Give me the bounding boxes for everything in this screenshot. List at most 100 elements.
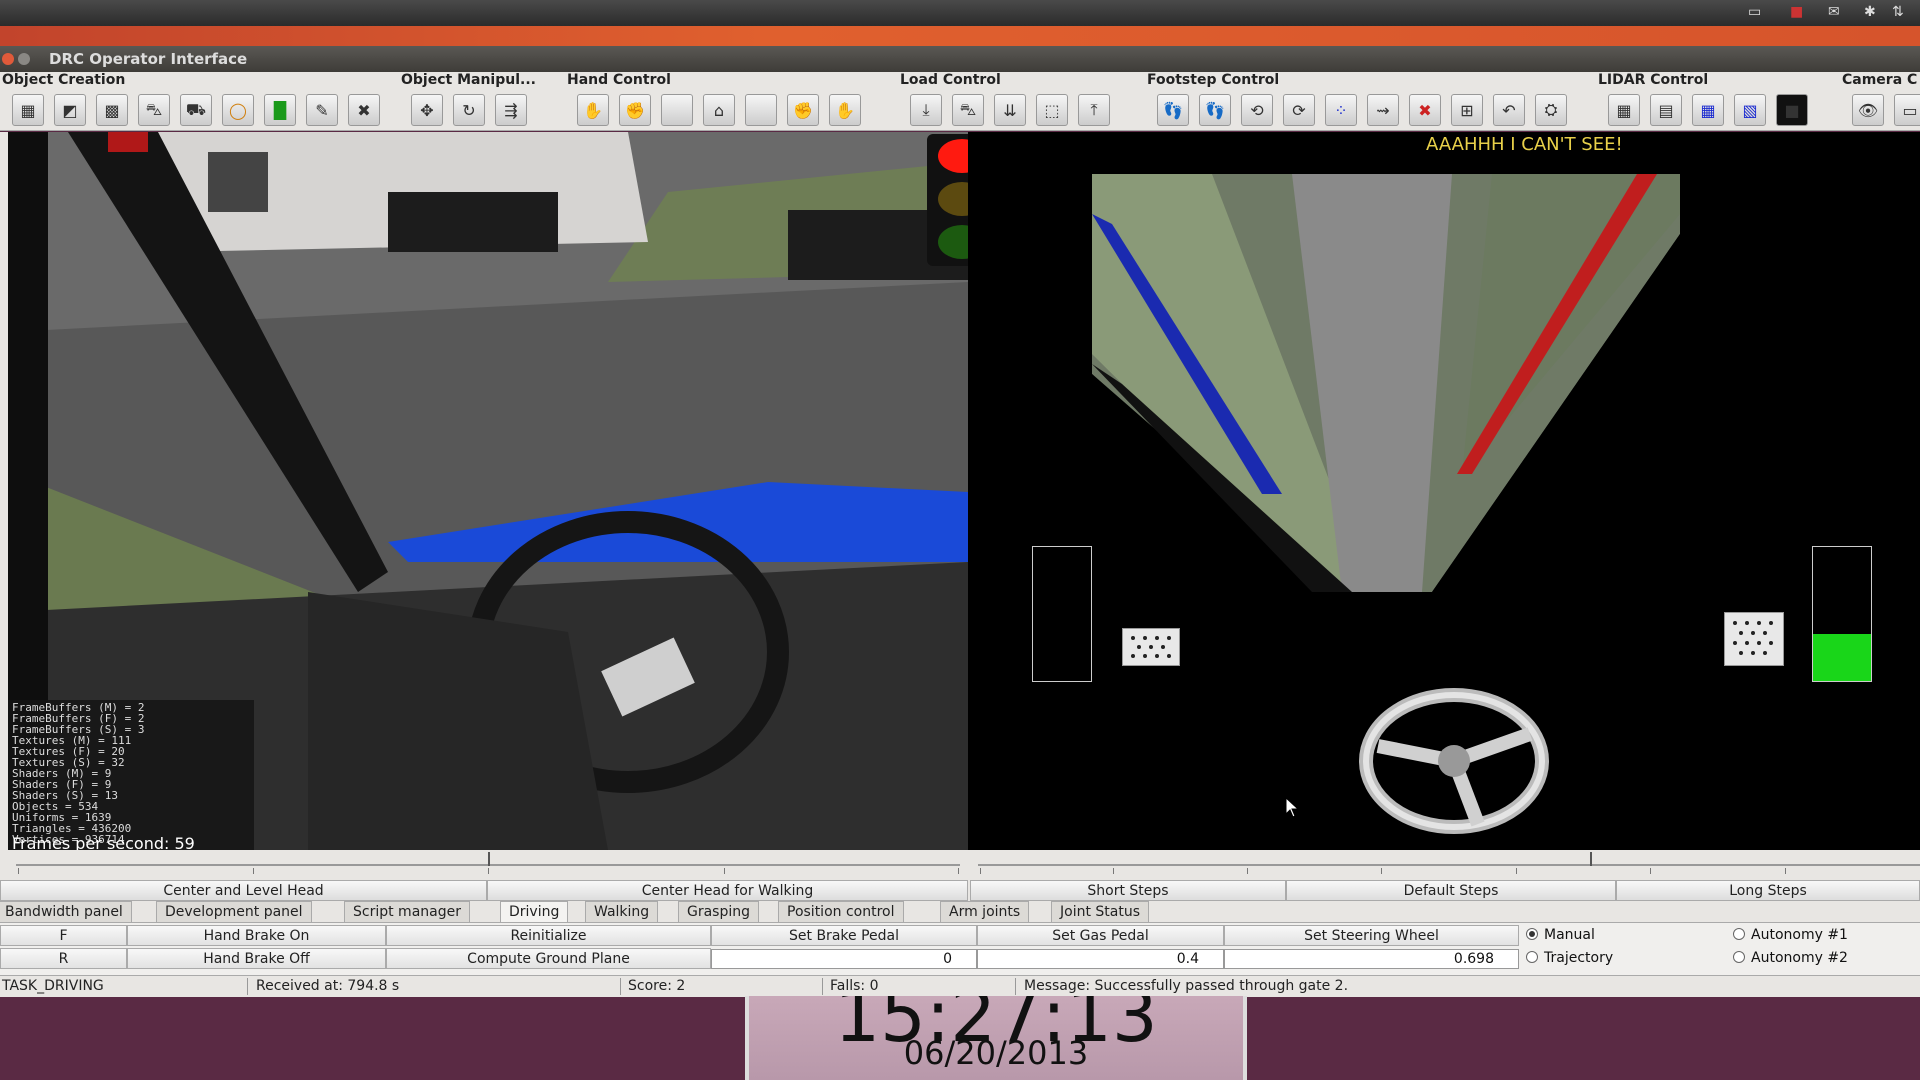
minimize-icon[interactable] [18, 53, 30, 65]
load-both-icon[interactable]: ⇊ [994, 94, 1026, 126]
footstep-clear-icon[interactable]: ✖ [1409, 94, 1441, 126]
tab-bandwidth-panel[interactable]: Bandwidth panel [0, 901, 132, 922]
set-gas-pedal-button[interactable]: Set Gas Pedal [977, 925, 1224, 946]
delete-object-icon[interactable]: ✖ [348, 94, 380, 126]
steering-wheel-spinner[interactable]: 0.698 [1224, 949, 1519, 969]
footstep-turn-icon[interactable]: ⟳ [1283, 94, 1315, 126]
tab-grasping[interactable]: Grasping [678, 901, 760, 922]
slider-tick [1113, 868, 1114, 874]
brake-pedal-icon [1122, 628, 1180, 666]
slider-tick [958, 868, 959, 874]
create-ring-icon[interactable]: ◯ [222, 94, 254, 126]
radio-icon [1526, 951, 1538, 963]
left-edge-panel [0, 132, 8, 850]
footstep-path-icon[interactable]: ⇝ [1367, 94, 1399, 126]
steps-slider-track[interactable] [978, 864, 1920, 866]
hand-close-icon[interactable]: ✊ [619, 94, 651, 126]
mode-manual-radio[interactable]: Manual [1526, 927, 1595, 943]
load-vehicle-icon[interactable]: ⛍ [952, 94, 984, 126]
radio-label: Trajectory [1544, 950, 1614, 966]
driving-panel: F R Hand Brake On Hand Brake Off Reiniti… [0, 923, 1920, 975]
mail-icon[interactable]: ✉ [1828, 4, 1840, 20]
battery-icon[interactable]: ■ [1790, 4, 1803, 20]
create-cube-icon[interactable]: ◩ [54, 94, 86, 126]
reinitialize-button[interactable]: Reinitialize [386, 925, 711, 946]
camera-view-icon[interactable]: ▭ [1894, 94, 1920, 126]
set-brake-pedal-button[interactable]: Set Brake Pedal [711, 925, 977, 946]
move-object-icon[interactable]: ✥ [411, 94, 443, 126]
rotate-object-icon[interactable]: ↻ [453, 94, 485, 126]
hand-place-right-icon[interactable]: ✋ [829, 94, 861, 126]
default-steps-button[interactable]: Default Steps [1286, 880, 1616, 901]
footstep-points-icon[interactable]: ⁘ [1325, 94, 1357, 126]
tab-driving[interactable]: Driving [500, 901, 569, 922]
lidar-disable-icon[interactable]: ▤ [1650, 94, 1682, 126]
steps-slider-thumb[interactable] [1590, 852, 1593, 866]
clock-date: 06/20/2013 [903, 1034, 1089, 1072]
radio-icon [1733, 928, 1745, 940]
lidar-enable-color-icon[interactable]: ▦ [1692, 94, 1724, 126]
gas-pedal-spinner[interactable]: 0.4 [977, 949, 1224, 969]
driving-camera-view[interactable]: AAAHHH I CAN'T SEE! [968, 132, 1920, 850]
update-vehicle-icon[interactable]: ⛟ [180, 94, 212, 126]
center-level-head-button[interactable]: Center and Level Head [0, 880, 487, 901]
tab-script-manager[interactable]: Script manager [344, 901, 470, 922]
short-steps-button[interactable]: Short Steps [970, 880, 1286, 901]
lidar-enable-icon[interactable]: ▦ [1608, 94, 1640, 126]
mode-autonomy2-radio[interactable]: Autonomy #2 [1733, 950, 1848, 966]
toolbar-group-label: LIDAR Control [1598, 72, 1709, 88]
robot-3d-view[interactable]: FrameBuffers (M) = 2 FrameBuffers (F) = … [8, 132, 968, 850]
create-grid-icon[interactable]: ▩ [96, 94, 128, 126]
camera-eye-icon[interactable]: 👁 [1852, 94, 1884, 126]
keyboard-icon[interactable]: ▭ [1748, 4, 1761, 20]
toolbar-group-load-control: Load Control ⤓ ⛍ ⇊ ⬚ ⤒ [900, 72, 1130, 130]
hand-close-right-icon[interactable]: ✊ [787, 94, 819, 126]
load-hand-icon[interactable]: ⤓ [910, 94, 942, 126]
tab-walking[interactable]: Walking [585, 901, 659, 922]
create-vehicle-icon[interactable]: ⛍ [138, 94, 170, 126]
tab-joint-status[interactable]: Joint Status [1051, 901, 1150, 922]
bluetooth-icon[interactable]: ✱ [1864, 4, 1876, 20]
create-block-icon[interactable]: █ [264, 94, 296, 126]
footstep-walk-icon[interactable]: ⟲ [1241, 94, 1273, 126]
toolbar-group-object-manipulation: Object Manipul... ✥ ↻ ⇶ [401, 72, 556, 130]
hand-blank-icon[interactable] [661, 94, 693, 126]
status-divider [247, 978, 248, 995]
gear-reverse-button[interactable]: R [0, 948, 127, 969]
hand-place-icon[interactable]: ✋ [577, 94, 609, 126]
footstep-right-icon[interactable]: 👣 [1199, 94, 1231, 126]
hand-brake-off-button[interactable]: Hand Brake Off [127, 948, 386, 969]
tab-position-control[interactable]: Position control [778, 901, 904, 922]
lidar-clear-icon[interactable]: ▧ [1734, 94, 1766, 126]
lidar-black-icon[interactable]: ■ [1776, 94, 1808, 126]
mode-autonomy1-radio[interactable]: Autonomy #1 [1733, 927, 1848, 943]
load-object-icon[interactable]: ⬚ [1036, 94, 1068, 126]
slider-tick [1516, 868, 1517, 874]
mode-trajectory-radio[interactable]: Trajectory [1526, 950, 1613, 966]
center-head-walking-button[interactable]: Center Head for Walking [487, 880, 968, 901]
compute-ground-plane-button[interactable]: Compute Ground Plane [386, 948, 711, 969]
hand-home-icon[interactable]: ⌂ [703, 94, 735, 126]
hand-blank-2-icon[interactable] [745, 94, 777, 126]
head-slider-thumb[interactable] [488, 852, 490, 866]
status-divider [620, 978, 621, 995]
brake-pedal-spinner[interactable]: 0 [711, 949, 977, 969]
create-tool-icon[interactable]: ✎ [306, 94, 338, 126]
close-icon[interactable] [2, 53, 14, 65]
network-icon[interactable]: ⇅ [1892, 4, 1904, 20]
hand-brake-on-button[interactable]: Hand Brake On [127, 925, 386, 946]
tab-arm-joints[interactable]: Arm joints [940, 901, 1030, 922]
footstep-left-icon[interactable]: 👣 [1157, 94, 1189, 126]
footstep-undo-icon[interactable]: ↶ [1493, 94, 1525, 126]
gear-forward-button[interactable]: F [0, 925, 127, 946]
long-steps-button[interactable]: Long Steps [1616, 880, 1920, 901]
align-object-icon[interactable]: ⇶ [495, 94, 527, 126]
toolbar-group-label: Load Control [900, 72, 1001, 88]
footstep-send-icon[interactable]: ⛭ [1535, 94, 1567, 126]
create-box-icon[interactable]: ▦ [12, 94, 44, 126]
set-steering-wheel-button[interactable]: Set Steering Wheel [1224, 925, 1519, 946]
unload-icon[interactable]: ⤒ [1078, 94, 1110, 126]
system-top-bar: ▭ ■ ✉ ✱ ⇅ [0, 0, 1920, 26]
footstep-snap-icon[interactable]: ⊞ [1451, 94, 1483, 126]
tab-development-panel[interactable]: Development panel [156, 901, 312, 922]
